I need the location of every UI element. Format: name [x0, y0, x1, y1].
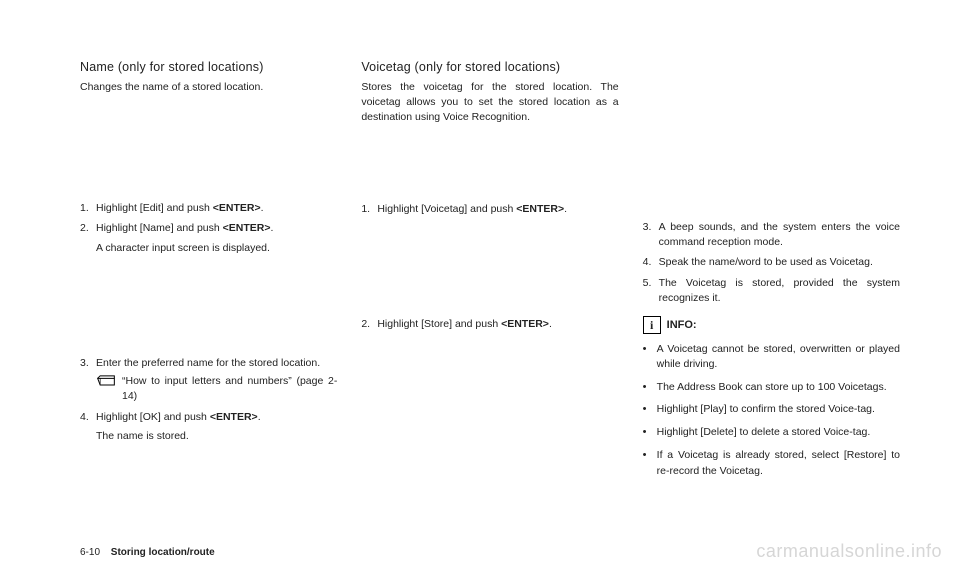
- step-number: 1.: [80, 201, 96, 216]
- steps-col3: 3. A beep sounds, and the system enters …: [643, 220, 900, 306]
- step-item: 4. Speak the name/word to be used as Voi…: [643, 255, 900, 270]
- intro-voicetag: Stores the voicetag for the stored locat…: [361, 80, 618, 126]
- step-text: Highlight [Edit] and push: [96, 202, 213, 214]
- step-number: 3.: [643, 220, 659, 250]
- step-body: Highlight [Store] and push <ENTER>.: [377, 317, 618, 332]
- steps-name-a: 1. Highlight [Edit] and push <ENTER>. 2.…: [80, 201, 337, 256]
- step-tail: .: [564, 203, 567, 215]
- step-item: 5. The Voicetag is stored, provided the …: [643, 276, 900, 306]
- bullet-item: Highlight [Delete] to delete a stored Vo…: [643, 425, 900, 441]
- page-footer: 6-10 Storing location/route: [80, 547, 215, 558]
- step-body: Speak the name/word to be used as Voicet…: [659, 255, 900, 270]
- bullet-item: If a Voicetag is already stored, select …: [643, 448, 900, 478]
- step-body: A beep sounds, and the system enters the…: [659, 220, 900, 250]
- step-key: <ENTER>: [501, 318, 549, 330]
- bullet-item: The Address Book can store up to 100 Voi…: [643, 380, 900, 396]
- page-content: Name (only for stored locations) Changes…: [80, 60, 900, 486]
- steps-name-b: 3. Enter the preferred name for the stor…: [80, 356, 337, 444]
- steps-voicetag-a: 1. Highlight [Voicetag] and push <ENTER>…: [361, 202, 618, 217]
- step-number: 1.: [361, 202, 377, 217]
- step-body: The Voicetag is stored, provided the sys…: [659, 276, 900, 306]
- step-number: 5.: [643, 276, 659, 306]
- step-item: 4. Highlight [OK] and push <ENTER>. The …: [80, 410, 337, 444]
- step-body: Enter the preferred name for the stored …: [96, 356, 337, 405]
- step-tail: .: [549, 318, 552, 330]
- figure-placeholder: [80, 266, 337, 356]
- step-item: 3. A beep sounds, and the system enters …: [643, 220, 900, 250]
- steps-voicetag-b: 2. Highlight [Store] and push <ENTER>.: [361, 317, 618, 332]
- step-text: Highlight [OK] and push: [96, 411, 210, 423]
- bullet-item: Highlight [Play] to confirm the stored V…: [643, 402, 900, 418]
- figure-placeholder: [361, 132, 618, 202]
- section-heading-voicetag: Voicetag (only for stored locations): [361, 60, 618, 74]
- step-number: 3.: [80, 356, 96, 405]
- figure-placeholder: [361, 227, 618, 317]
- step-tail: .: [261, 202, 264, 214]
- step-key: <ENTER>: [213, 202, 261, 214]
- bullet-text: A Voicetag cannot be stored, overwritten…: [657, 342, 900, 372]
- step-item: 1. Highlight [Voicetag] and push <ENTER>…: [361, 202, 618, 217]
- reference-icon: [96, 374, 116, 386]
- step-item: 3. Enter the preferred name for the stor…: [80, 356, 337, 405]
- column-1: Name (only for stored locations) Changes…: [80, 60, 337, 486]
- cross-reference: “How to input letters and numbers” (page…: [96, 374, 337, 404]
- info-header: i INFO:: [643, 316, 900, 334]
- step-text: Enter the preferred name for the stored …: [96, 357, 320, 369]
- bullet-text: Highlight [Play] to confirm the stored V…: [657, 402, 875, 418]
- step-item: 2. Highlight [Name] and push <ENTER>. A …: [80, 221, 337, 255]
- info-icon: i: [643, 316, 661, 334]
- step-sub: A character input screen is displayed.: [96, 241, 337, 256]
- section-heading-name: Name (only for stored locations): [80, 60, 337, 74]
- step-body: Highlight [Edit] and push <ENTER>.: [96, 201, 337, 216]
- figure-placeholder: [80, 101, 337, 201]
- bullet-text: The Address Book can store up to 100 Voi…: [657, 380, 887, 396]
- figure-placeholder: [643, 60, 900, 220]
- page-number: 6-10: [80, 547, 100, 558]
- step-number: 4.: [80, 410, 96, 444]
- step-text: Highlight [Name] and push: [96, 222, 223, 234]
- section-title: Storing location/route: [111, 547, 215, 558]
- step-body: Highlight [Voicetag] and push <ENTER>.: [377, 202, 618, 217]
- reference-text: “How to input letters and numbers” (page…: [122, 374, 337, 404]
- step-tail: .: [271, 222, 274, 234]
- step-key: <ENTER>: [223, 222, 271, 234]
- info-bullets: A Voicetag cannot be stored, overwritten…: [643, 342, 900, 479]
- step-tail: .: [258, 411, 261, 423]
- bullet-text: Highlight [Delete] to delete a stored Vo…: [657, 425, 871, 441]
- intro-name: Changes the name of a stored location.: [80, 80, 337, 95]
- watermark: carmanualsonline.info: [756, 541, 942, 562]
- step-key: <ENTER>: [210, 411, 258, 423]
- column-3: 3. A beep sounds, and the system enters …: [643, 60, 900, 486]
- bullet-item: A Voicetag cannot be stored, overwritten…: [643, 342, 900, 372]
- step-number: 2.: [80, 221, 96, 255]
- step-text: Highlight [Store] and push: [377, 318, 501, 330]
- column-2: Voicetag (only for stored locations) Sto…: [361, 60, 618, 486]
- step-text: Highlight [Voicetag] and push: [377, 203, 516, 215]
- step-body: Highlight [Name] and push <ENTER>. A cha…: [96, 221, 337, 255]
- step-number: 4.: [643, 255, 659, 270]
- step-key: <ENTER>: [516, 203, 564, 215]
- step-item: 2. Highlight [Store] and push <ENTER>.: [361, 317, 618, 332]
- step-body: Highlight [OK] and push <ENTER>. The nam…: [96, 410, 337, 444]
- step-sub: The name is stored.: [96, 429, 337, 444]
- step-item: 1. Highlight [Edit] and push <ENTER>.: [80, 201, 337, 216]
- bullet-text: If a Voicetag is already stored, select …: [657, 448, 900, 478]
- info-label: INFO:: [667, 319, 697, 331]
- step-number: 2.: [361, 317, 377, 332]
